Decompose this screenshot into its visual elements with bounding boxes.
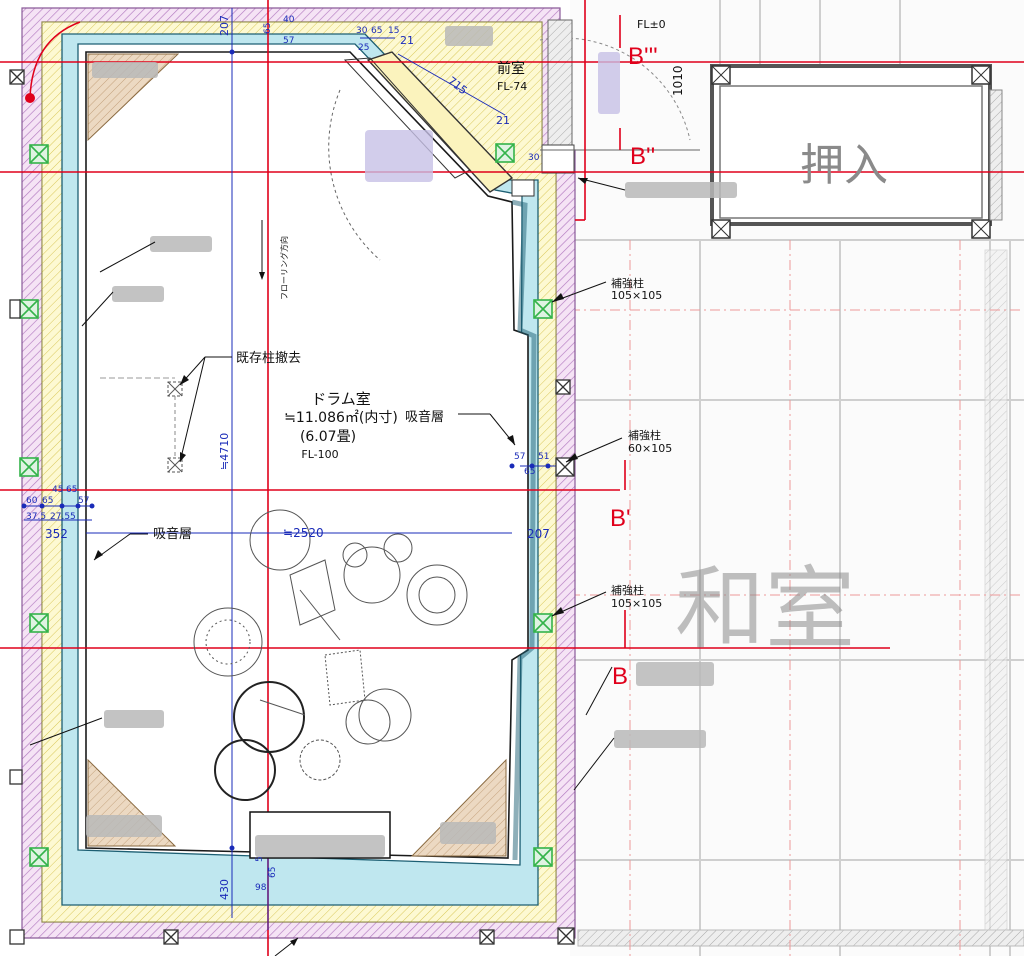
dim-bottom-430: 430 bbox=[218, 879, 231, 900]
section-mark-b1: B' bbox=[610, 505, 631, 532]
room-mats: (6.07畳) bbox=[300, 429, 356, 445]
dim-left-60: 60 bbox=[26, 496, 38, 506]
dim-left-275: 27.5 bbox=[50, 512, 70, 522]
fl-zero-label: FL±0 bbox=[637, 18, 666, 31]
dim-left-45: 45 bbox=[52, 485, 63, 495]
dim-top-40: 40 bbox=[283, 15, 295, 25]
section-mark-b3: B''' bbox=[628, 43, 658, 70]
dim-door-30b: 30 bbox=[528, 153, 540, 163]
dim-left-375: 37.5 bbox=[26, 512, 46, 522]
dim-left-57: 57 bbox=[78, 496, 89, 506]
dim-bottom-65: 65 bbox=[268, 867, 278, 878]
dim-vert-1010: 1010 bbox=[671, 65, 685, 96]
absorption-layer-label-left: 吸音層 bbox=[153, 526, 192, 542]
reinforcing-column-3-size: 105×105 bbox=[611, 597, 662, 610]
reinforcing-column-2-name: 補強柱 bbox=[628, 428, 661, 442]
room-floor-level: FL-100 bbox=[301, 448, 338, 461]
dim-top-207: 207 bbox=[218, 15, 231, 36]
dim-bottom-98: 98 bbox=[255, 883, 267, 893]
dim-left-5: 5 bbox=[70, 512, 76, 522]
section-mark-b0: B bbox=[612, 663, 628, 690]
dim-right-51: 51 bbox=[538, 452, 549, 462]
dim-door-21a: 21 bbox=[400, 34, 414, 47]
dim-right-207: 207 bbox=[527, 527, 550, 541]
dim-door-30: 30 bbox=[356, 26, 368, 36]
reinforcing-column-2-size: 60×105 bbox=[628, 442, 672, 455]
existing-column-removal-label: 既存柱撤去 bbox=[236, 350, 301, 366]
dim-door-25: 25 bbox=[358, 43, 369, 53]
dim-right-57: 57 bbox=[514, 452, 525, 462]
absorption-layer-label-right: 吸音層 bbox=[405, 409, 444, 425]
dim-top-57: 57 bbox=[283, 36, 294, 46]
anteroom-floor-level: FL-74 bbox=[497, 80, 527, 93]
reinforcing-column-1-name: 補強柱 bbox=[611, 276, 644, 290]
dim-width-2520: ≒2520 bbox=[283, 526, 324, 540]
dim-left-65: 65 bbox=[42, 496, 53, 506]
floor-plan-drawing: ドラム室 ≒11.086㎡(内寸) (6.07畳) FL-100 吸音層 吸音層… bbox=[0, 0, 1024, 956]
dim-bottom-5: 5 bbox=[255, 856, 265, 862]
section-mark-b2: B'' bbox=[630, 143, 655, 170]
dim-left-65b: 65 bbox=[66, 485, 77, 495]
room-name-drum: ドラム室 bbox=[311, 390, 371, 408]
dim-left-352: 352 bbox=[45, 527, 68, 541]
dim-height-4710: ≒4710 bbox=[218, 433, 231, 470]
flooring-direction-label: フローリング方向 bbox=[279, 236, 289, 300]
washitsu-name: 和室 bbox=[675, 557, 855, 662]
reinforcing-column-1-size: 105×105 bbox=[611, 289, 662, 302]
reinforcing-column-3-name: 補強柱 bbox=[611, 583, 644, 597]
dim-door-65: 65 bbox=[371, 26, 382, 36]
dim-door-21b: 21 bbox=[496, 114, 510, 127]
dim-door-15: 15 bbox=[388, 26, 399, 36]
dim-right-65: 65 bbox=[524, 467, 535, 477]
dim-top-65: 65 bbox=[263, 23, 273, 34]
anteroom-name: 前室 bbox=[497, 60, 525, 77]
closet-name: 押入 bbox=[800, 140, 888, 191]
room-area: ≒11.086㎡(内寸) bbox=[284, 410, 398, 426]
